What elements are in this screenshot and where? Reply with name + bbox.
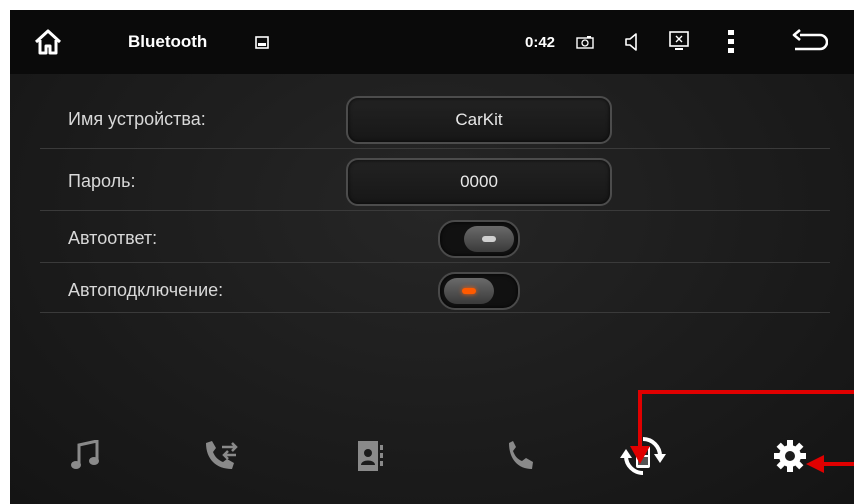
bluetooth-settings-screen: Bluetooth 0:42 Имя устройства: CarKit Па…: [10, 10, 854, 504]
toggle-indicator: [462, 288, 476, 294]
camera-icon[interactable]: [575, 32, 595, 52]
app-title: Bluetooth: [128, 32, 208, 51]
auto-connect-toggle[interactable]: [438, 272, 520, 310]
password-field[interactable]: 0000: [346, 158, 612, 206]
phone-icon[interactable]: [485, 420, 555, 492]
screen-close-icon[interactable]: [668, 30, 690, 52]
annotation-arrowhead: [806, 455, 824, 473]
toggle-knob: [464, 226, 514, 252]
home-icon[interactable]: [30, 26, 66, 58]
divider: [40, 262, 830, 263]
device-name-field[interactable]: CarKit: [346, 96, 612, 144]
more-menu-icon[interactable]: [724, 28, 738, 56]
music-icon[interactable]: [50, 420, 120, 492]
clock: 0:42: [525, 33, 556, 51]
annotation-arrowhead: [630, 446, 650, 464]
divider: [40, 312, 830, 313]
status-bar: Bluetooth 0:42: [10, 10, 854, 74]
toggle-knob: [444, 278, 494, 304]
auto-answer-label: Автоответ:: [68, 228, 158, 248]
password-label: Пароль:: [68, 171, 136, 191]
annotation-line: [638, 390, 642, 450]
annotation-line: [822, 462, 854, 466]
volume-icon[interactable]: [622, 30, 642, 54]
toggle-indicator: [482, 236, 496, 242]
auto-connect-label: Автоподключение:: [68, 280, 224, 300]
divider: [40, 148, 830, 149]
divider: [40, 210, 830, 211]
back-icon[interactable]: [790, 26, 830, 58]
call-log-icon[interactable]: [186, 420, 256, 492]
device-name-label: Имя устройства:: [68, 109, 206, 129]
contacts-icon[interactable]: [335, 420, 405, 492]
gallery-icon: [254, 34, 270, 50]
annotation-line: [638, 390, 854, 394]
auto-answer-toggle[interactable]: [438, 220, 520, 258]
